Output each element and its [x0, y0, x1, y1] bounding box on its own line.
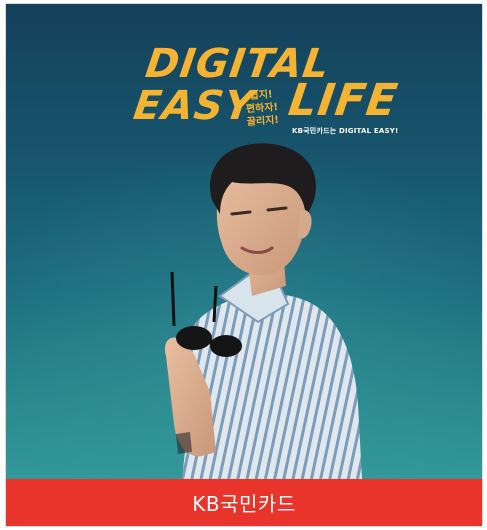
brand-caption-label: KB국민카드	[192, 492, 296, 516]
tagline: 쉽지! 편하자! 끌리지!	[237, 87, 288, 129]
ad-banner-image[interactable]: DIGITAL EASY LIFE 쉽지! 편하자! 끌리지! KB국민카드는 …	[6, 4, 482, 479]
ad-card[interactable]: DIGITAL EASY LIFE 쉽지! 편하자! 끌리지! KB국민카드는 …	[5, 3, 483, 527]
ad-headline: DIGITAL EASY LIFE 쉽지! 편하자! 끌리지! KB국민카드는 …	[6, 4, 482, 144]
tagline-line: 끌리지!	[246, 114, 280, 129]
headline-life: LIFE	[285, 75, 402, 126]
brand-caption-bar[interactable]: KB국민카드	[6, 479, 482, 526]
ad-subline: KB국민카드는 DIGITAL EASY!	[292, 127, 399, 135]
